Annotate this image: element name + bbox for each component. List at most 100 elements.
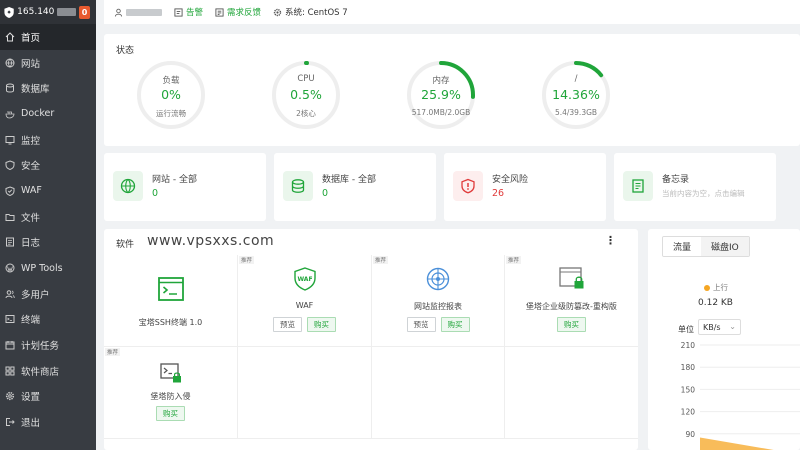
overview-card-security-risk[interactable]: 安全风险 26	[444, 153, 606, 221]
terminal-icon	[157, 277, 184, 301]
software-item-intrusion[interactable]: 推荐 堡塔防入侵 购买	[104, 347, 238, 439]
locked-terminal-icon	[159, 363, 181, 383]
sidebar-item-logout[interactable]: 退出	[0, 409, 96, 435]
sidebar-item-label: 安全	[21, 161, 41, 173]
buy-button[interactable]: 购买	[307, 317, 336, 332]
sidebar-item-database[interactable]: 数据库	[0, 75, 96, 101]
users-icon	[5, 289, 15, 298]
y-tick-label: 120	[681, 408, 696, 417]
overview-title: 数据库 - 全部	[322, 175, 376, 185]
software-empty-slot	[372, 347, 505, 439]
sidebar-item-wp-tools[interactable]: WP Tools	[0, 255, 96, 281]
sidebar: 165.140 0 首页 网站 数据库 Docker 监控 安全 WAF 文件 …	[0, 0, 96, 450]
globe-icon	[113, 171, 143, 201]
upload-area-series	[700, 437, 774, 450]
chevron-down-icon: ⌄	[729, 322, 736, 331]
gauge-cpu[interactable]: CPU 0.5% 2核心	[267, 60, 345, 140]
logout-icon	[6, 418, 15, 427]
shield-icon	[5, 160, 15, 171]
software-item-waf[interactable]: 推荐 WAF WAF 预览 购买	[238, 255, 372, 347]
sidebar-item-label: WP Tools	[21, 262, 63, 274]
sidebar-item-waf[interactable]: WAF	[0, 178, 96, 204]
gear-icon	[273, 8, 282, 16]
sidebar-item-label: 文件	[21, 212, 41, 224]
software-name: WAF	[295, 301, 314, 310]
overview-title: 备忘录	[662, 175, 690, 185]
overview-title: 网站 - 全部	[152, 175, 197, 185]
legend-label: 上行	[713, 283, 728, 292]
software-name: 堡塔企业级防篡改-重构版	[526, 302, 617, 311]
more-menu-icon[interactable]: ⋮	[605, 234, 616, 247]
sidebar-item-label: Docker	[21, 108, 55, 120]
legend-dot	[704, 284, 710, 291]
software-item-ssh[interactable]: 宝塔SSH终端 1.0	[104, 255, 238, 347]
gauge-load[interactable]: 负载 0% 运行流畅	[132, 60, 210, 140]
overview-card-databases[interactable]: 数据库 - 全部 0	[274, 153, 436, 221]
preview-button[interactable]: 预览	[406, 317, 436, 332]
gauge-value: 0.5%	[290, 87, 322, 102]
buy-button[interactable]: 购买	[156, 406, 185, 421]
software-name: 网站监控报表	[414, 302, 462, 311]
sidebar-item-cron[interactable]: 计划任务	[0, 332, 96, 358]
sidebar-item-logs[interactable]: 日志	[0, 230, 96, 256]
software-name: 堡塔防入侵	[150, 392, 191, 401]
sidebar-item-docker[interactable]: Docker	[0, 101, 96, 127]
wordpress-icon	[5, 263, 15, 273]
buy-button[interactable]: 购买	[440, 317, 470, 332]
sidebar-item-security[interactable]: 安全	[0, 152, 96, 178]
server-header[interactable]: 165.140 0	[0, 0, 96, 24]
gauge-value: 0%	[161, 87, 181, 102]
radar-icon	[426, 267, 450, 291]
locked-window-icon	[558, 267, 583, 289]
gauge-value: 25.9%	[421, 87, 461, 102]
tab-traffic[interactable]: 流量	[663, 237, 702, 256]
sidebar-item-label: 软件商店	[21, 366, 60, 378]
preview-button[interactable]: 预览	[273, 317, 302, 332]
status-panel: 状态 负载 0% 运行流畅 CPU 0.5% 2核心 内存 25.9% 517.…	[104, 34, 800, 146]
gauge-memory[interactable]: 内存 25.9% 517.0MB/2.0GB	[402, 60, 480, 140]
sidebar-item-multi-user[interactable]: 多用户	[0, 281, 96, 307]
docker-icon	[5, 111, 15, 119]
tab-disk-io[interactable]: 磁盘IO	[701, 237, 749, 256]
sidebar-item-settings[interactable]: 设置	[0, 384, 96, 410]
software-item-site-monitor[interactable]: 推荐 网站监控报表 预览 购买	[372, 255, 505, 347]
sidebar-item-files[interactable]: 文件	[0, 204, 96, 230]
buy-button[interactable]: 购买	[557, 317, 586, 332]
recommend-tag: 推荐	[373, 256, 389, 264]
y-tick-label: 150	[681, 385, 696, 394]
gear-icon	[5, 392, 15, 401]
software-empty-slot	[505, 347, 638, 439]
overview-card-memo[interactable]: 备忘录 当前内容为空，点击编辑	[614, 153, 776, 221]
traffic-chart: 2101801501209060	[681, 341, 800, 450]
overview-card-websites[interactable]: 网站 - 全部 0	[104, 153, 266, 221]
sidebar-item-label: 终端	[21, 315, 41, 327]
system-label: 系统: CentOS 7	[285, 8, 348, 18]
gauge-disk[interactable]: / 14.36% 5.4/39.3GB	[537, 60, 615, 140]
feedback-link[interactable]: 需求反馈	[215, 6, 261, 18]
system-info: 系统: CentOS 7	[273, 6, 348, 18]
sidebar-item-app-store[interactable]: 软件商店	[0, 358, 96, 384]
y-tick-label: 210	[681, 341, 696, 350]
notification-badge[interactable]: 0	[79, 5, 90, 19]
software-item-tamper-proof[interactable]: 推荐 堡塔企业级防篡改-重构版 购买	[505, 255, 638, 347]
gauge-label: 负载	[162, 76, 180, 86]
sidebar-item-website[interactable]: 网站	[0, 50, 96, 76]
sidebar-item-label: 网站	[21, 58, 41, 70]
software-panel: 软件 www.vpsxxs.com ⋮ 宝塔SSH终端 1.0 推荐 WAF W…	[104, 229, 638, 450]
sidebar-item-monitor[interactable]: 监控	[0, 127, 96, 153]
feedback-icon	[215, 7, 224, 17]
recommend-tag: 推荐	[506, 256, 522, 264]
unit-value: KB/s	[703, 323, 721, 332]
user-account[interactable]	[114, 8, 162, 17]
sidebar-item-label: 多用户	[21, 289, 50, 301]
software-empty-slot	[238, 347, 372, 439]
sidebar-item-label: 日志	[21, 238, 41, 250]
gauge-subtext: 2核心	[296, 109, 316, 118]
alert-link[interactable]: 告警	[174, 6, 203, 18]
legend-upload: 上行	[704, 282, 728, 293]
sidebar-item-home[interactable]: 首页	[0, 24, 96, 50]
unit-select[interactable]: KB/s ⌄	[698, 319, 741, 335]
terminal-icon	[5, 315, 15, 324]
sidebar-item-terminal[interactable]: 终端	[0, 307, 96, 333]
sidebar-item-label: 设置	[21, 392, 41, 404]
